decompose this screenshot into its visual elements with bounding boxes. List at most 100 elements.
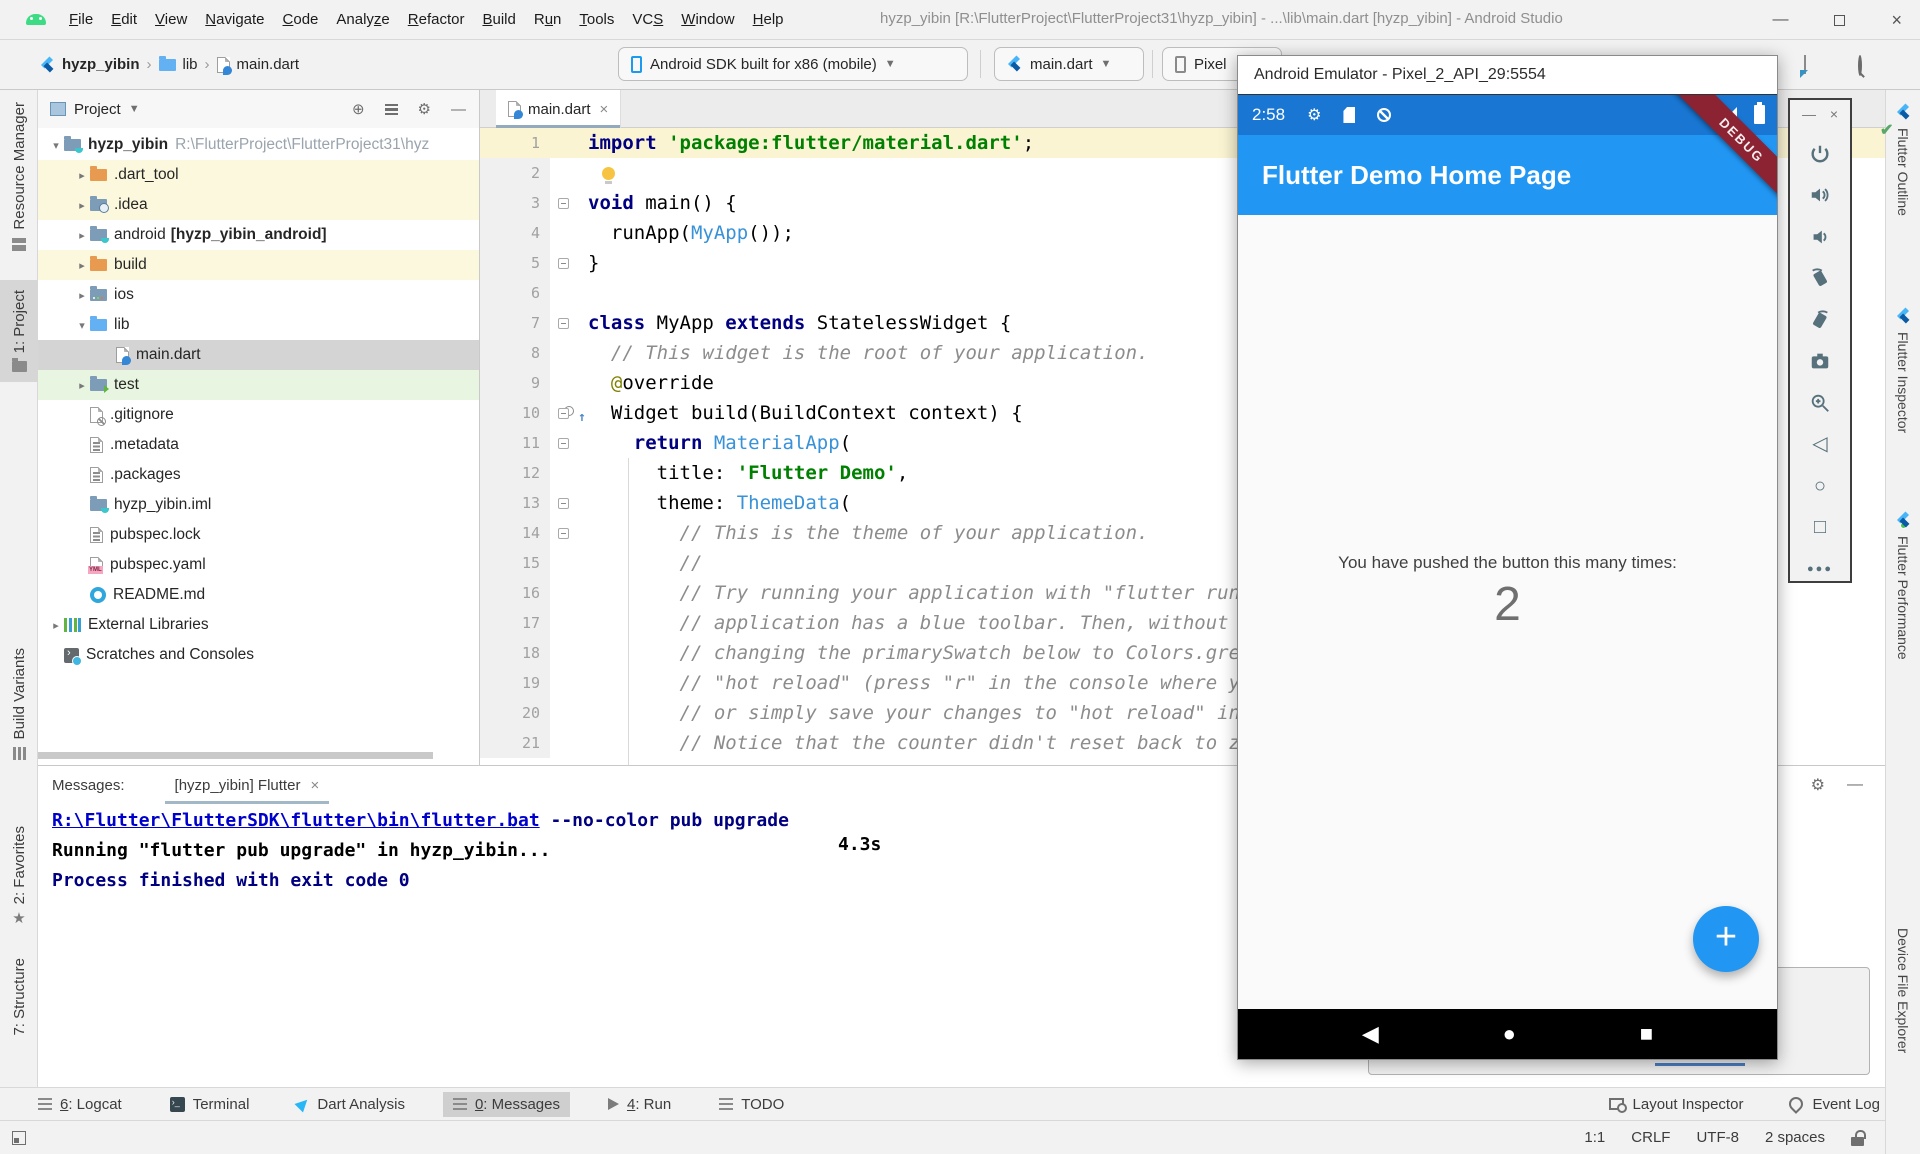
menu-file[interactable]: File — [60, 7, 102, 32]
tree-expanded-icon[interactable]: ▾ — [74, 319, 90, 332]
sidebar-item-build-variants[interactable]: Build Variants — [0, 648, 38, 760]
fold-marker-icon[interactable] — [550, 188, 576, 218]
menu-build[interactable]: Build — [473, 7, 524, 32]
unlock-icon[interactable] — [1851, 1137, 1864, 1146]
horizontal-scrollbar[interactable] — [38, 752, 433, 759]
fold-marker-icon[interactable] — [550, 518, 576, 548]
emulator-rotate-left-icon[interactable] — [1808, 266, 1832, 290]
emulator-overview-icon[interactable]: □ — [1808, 515, 1832, 539]
tree-row--packages[interactable]: .packages — [38, 460, 480, 490]
device-selector-dropdown[interactable]: Android SDK built for x86 (mobile) ▼ — [618, 47, 968, 81]
sidebar-item-flutter-inspector[interactable]: Flutter Inspector — [1886, 308, 1920, 433]
sidebar-item-device-file-explorer[interactable]: Device File Explorer — [1886, 928, 1920, 1053]
nav-back-button[interactable]: ◀ — [1362, 1021, 1379, 1047]
tree-row-hyzp-yibin[interactable]: ▾hyzp_yibinR:\FlutterProject\FlutterProj… — [38, 130, 480, 160]
emulator-close-icon[interactable]: × — [1830, 106, 1838, 122]
collapse-all-icon[interactable] — [385, 104, 398, 115]
emulator-title-bar[interactable]: Android Emulator - Pixel_2_API_29:5554 — [1238, 56, 1777, 95]
sidebar-item-flutter-performance[interactable]: Flutter Performance — [1886, 512, 1920, 660]
bottom-tab-dart-analysis[interactable]: Dart Analysis — [287, 1092, 415, 1117]
close-icon[interactable]: × — [1891, 11, 1902, 29]
emulator-screen[interactable]: 2:58 ⚙ Flutter Demo Home Page DEBUG You … — [1238, 95, 1777, 1059]
tree-row--metadata[interactable]: .metadata — [38, 430, 480, 460]
close-tab-icon[interactable]: × — [310, 777, 319, 794]
tree-collapsed-icon[interactable]: ▸ — [74, 379, 90, 392]
tree-row-android[interactable]: ▸android[hyzp_yibin_android] — [38, 220, 480, 250]
emulator-zoom-icon[interactable] — [1808, 391, 1832, 415]
breadcrumb-file[interactable]: main.dart — [237, 56, 300, 73]
tree-row-build[interactable]: ▸build — [38, 250, 480, 280]
flutter-bat-link[interactable]: R:\Flutter\FlutterSDK\flutter\bin\flutte… — [52, 810, 540, 831]
tab-main-dart[interactable]: main.dart × — [496, 90, 621, 128]
tree-row-lib[interactable]: ▾lib — [38, 310, 480, 340]
tree-row--gitignore[interactable]: .gitignore — [38, 400, 480, 430]
bottom-tab-0-messages[interactable]: 0: Messages — [443, 1092, 570, 1117]
breadcrumb-project[interactable]: hyzp_yibin — [62, 56, 140, 73]
gear-icon[interactable]: ⚙ — [1811, 775, 1825, 795]
emulator-home-icon[interactable]: ○ — [1808, 474, 1832, 498]
sidebar-item-resource-manager[interactable]: Resource Manager — [0, 102, 38, 251]
maximize-icon[interactable] — [1834, 15, 1845, 26]
chevron-down-icon[interactable]: ▼ — [129, 103, 140, 115]
menu-vcs[interactable]: VCS — [623, 7, 672, 32]
overrides-arrow-icon[interactable]: ↑ — [578, 403, 586, 433]
caret-position[interactable]: 1:1 — [1584, 1129, 1605, 1146]
gear-icon[interactable]: ⚙ — [418, 100, 431, 118]
close-tab-icon[interactable]: × — [600, 101, 609, 118]
minimize-icon[interactable]: — — [1772, 11, 1788, 29]
indent-size[interactable]: 2 spaces — [1765, 1129, 1825, 1146]
menu-code[interactable]: Code — [274, 7, 328, 32]
nav-overview-button[interactable]: ■ — [1640, 1021, 1653, 1047]
hide-panel-icon[interactable]: — — [451, 101, 466, 118]
emulator-back-icon[interactable]: ◁ — [1808, 432, 1832, 456]
hide-panel-icon[interactable]: — — [1847, 776, 1863, 794]
locate-file-icon[interactable]: ⊕ — [352, 100, 365, 118]
bottom-tab-terminal[interactable]: Terminal — [160, 1092, 260, 1117]
tool-window-switcher-icon[interactable] — [12, 1131, 26, 1145]
menu-help[interactable]: Help — [744, 7, 793, 32]
tree-row-ios[interactable]: ▸ios — [38, 280, 480, 310]
tree-collapsed-icon[interactable]: ▸ — [74, 169, 90, 182]
fold-marker-icon[interactable] — [550, 308, 576, 338]
menu-navigate[interactable]: Navigate — [196, 7, 273, 32]
inspections-ok-icon[interactable]: ✔ — [1880, 120, 1893, 140]
tree-collapsed-icon[interactable]: ▸ — [74, 259, 90, 272]
bottom-tab-todo[interactable]: TODO — [709, 1092, 794, 1117]
tree-row-readme-md[interactable]: README.md — [38, 580, 480, 610]
sidebar-item-favorites[interactable]: 2: Favorites ★ — [0, 826, 38, 925]
fold-marker-icon[interactable] — [550, 428, 576, 458]
tree-row-pubspec-lock[interactable]: pubspec.lock — [38, 520, 480, 550]
tree-collapsed-icon[interactable]: ▸ — [48, 619, 64, 632]
tree-expanded-icon[interactable]: ▾ — [48, 139, 64, 152]
emulator-minimize-icon[interactable]: — — [1802, 106, 1816, 122]
menu-edit[interactable]: Edit — [102, 7, 146, 32]
emulator-screenshot-icon[interactable] — [1808, 349, 1832, 373]
tree-collapsed-icon[interactable]: ▸ — [74, 229, 90, 242]
menu-window[interactable]: Window — [672, 7, 743, 32]
update-project-icon[interactable] — [1804, 56, 1806, 74]
emulator-power-icon[interactable] — [1808, 142, 1832, 166]
tree-collapsed-icon[interactable]: ▸ — [74, 199, 90, 212]
menu-tools[interactable]: Tools — [570, 7, 623, 32]
nav-home-button[interactable]: ● — [1503, 1021, 1516, 1047]
intention-bulb-icon[interactable] — [602, 167, 615, 180]
bottom-tab-6-logcat[interactable]: 6: Logcat — [28, 1092, 132, 1117]
increment-fab-button[interactable]: + — [1693, 906, 1759, 972]
event-log-button[interactable]: Event Log — [1789, 1096, 1880, 1113]
bottom-tab-4-run[interactable]: 4: Run — [598, 1092, 681, 1117]
project-view-label[interactable]: Project — [74, 101, 121, 118]
tree-row-hyzp-yibin-iml[interactable]: hyzp_yibin.iml — [38, 490, 480, 520]
emulator-rotate-right-icon[interactable] — [1808, 308, 1832, 332]
tree-row--idea[interactable]: ▸.idea — [38, 190, 480, 220]
sidebar-item-project[interactable]: 1: Project — [0, 280, 38, 382]
menu-run[interactable]: Run — [525, 7, 571, 32]
emulator-volume-up-icon[interactable] — [1808, 183, 1832, 207]
tree-row-scratches-and-consoles[interactable]: Scratches and Consoles — [38, 640, 480, 670]
tree-row--dart-tool[interactable]: ▸.dart_tool — [38, 160, 480, 190]
tree-row-test[interactable]: ▸test — [38, 370, 480, 400]
file-encoding[interactable]: UTF-8 — [1696, 1129, 1739, 1146]
messages-tab-flutter[interactable]: [hyzp_yibin] Flutter × — [165, 766, 330, 804]
layout-inspector-button[interactable]: Layout Inspector — [1609, 1096, 1744, 1113]
emulator-more-icon[interactable]: ●●● — [1808, 557, 1832, 581]
fold-marker-icon[interactable] — [550, 248, 576, 278]
